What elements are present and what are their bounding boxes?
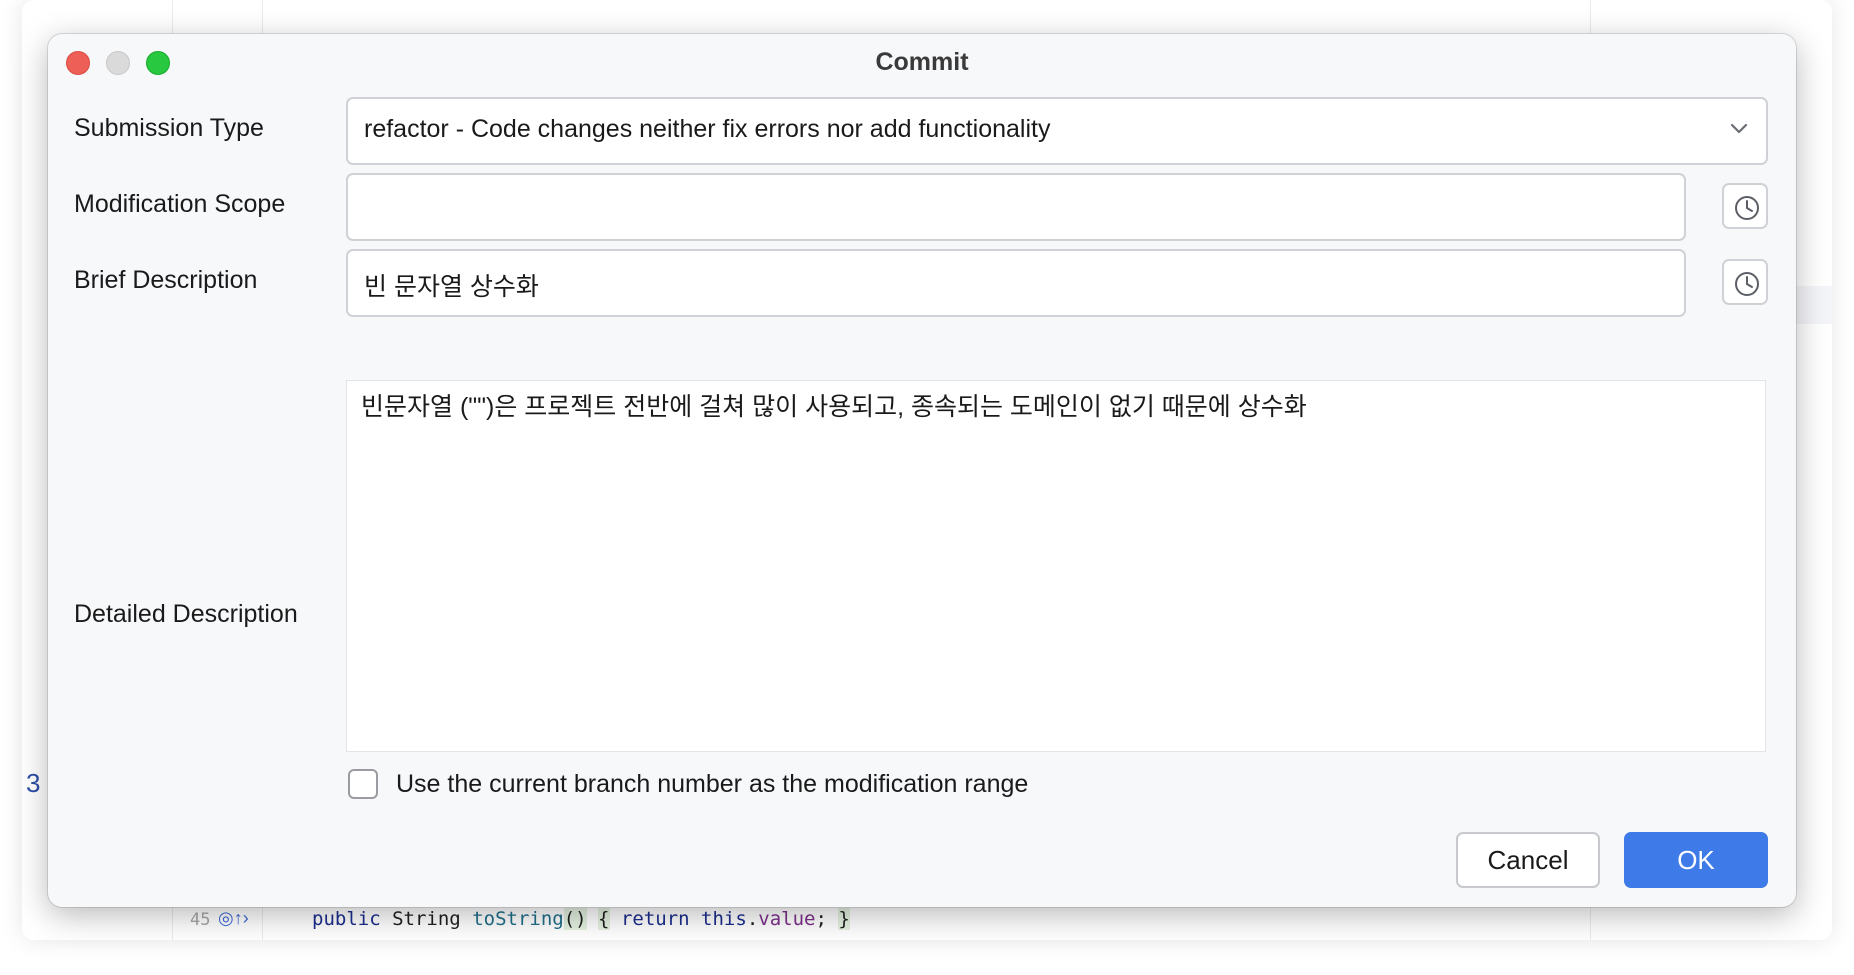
brief-description-label: Brief Description — [74, 266, 258, 294]
line-number: 45 — [190, 910, 211, 930]
modification-scope-input[interactable] — [346, 173, 1686, 241]
modification-scope-label: Modification Scope — [74, 190, 286, 218]
clock-icon — [1735, 196, 1759, 220]
code-brace: { — [598, 908, 610, 930]
code-keyword: public — [312, 908, 381, 930]
submission-type-value: refactor - Code changes neither fix erro… — [364, 115, 1051, 143]
ok-button[interactable]: OK — [1624, 832, 1768, 888]
commit-dialog: Commit Submission Type refactor - Code c… — [48, 34, 1796, 907]
code-method: toString — [472, 908, 564, 930]
side-marker: 3 — [26, 768, 41, 798]
code-line: public String toString() { return this.v… — [312, 908, 850, 930]
chevron-down-icon — [1730, 123, 1748, 134]
brief-description-input[interactable]: 빈 문자열 상수화 — [346, 249, 1686, 317]
code-keyword: return — [620, 908, 690, 930]
override-icon[interactable]: ◎↑› — [218, 908, 249, 929]
description-history-button[interactable] — [1722, 259, 1768, 305]
cancel-button[interactable]: Cancel — [1456, 832, 1600, 888]
detailed-description-value: 빈문자열 ("")은 프로젝트 전반에 걸쳐 많이 사용되고, 종속되는 도메인… — [361, 393, 1307, 421]
detailed-description-textarea[interactable]: 빈문자열 ("")은 프로젝트 전반에 걸쳐 많이 사용되고, 종속되는 도메인… — [346, 380, 1766, 752]
detailed-description-label: Detailed Description — [74, 600, 298, 628]
code-brace: } — [838, 908, 850, 930]
brief-description-value: 빈 문자열 상수화 — [364, 273, 539, 301]
code-type: String — [392, 908, 461, 930]
code-field: value — [758, 908, 816, 930]
clock-icon — [1735, 272, 1759, 296]
code-paren: () — [563, 908, 587, 930]
code-dot: . — [746, 908, 759, 930]
submission-type-label: Submission Type — [74, 114, 264, 142]
use-branch-checkbox[interactable] — [348, 769, 378, 799]
code-semicolon: ; — [815, 908, 827, 930]
code-keyword: this — [701, 908, 747, 930]
use-branch-checkbox-label[interactable]: Use the current branch number as the mod… — [396, 770, 1028, 799]
scope-history-button[interactable] — [1722, 183, 1768, 229]
submission-type-select[interactable]: refactor - Code changes neither fix erro… — [346, 97, 1768, 165]
dialog-titlebar[interactable]: Commit — [48, 34, 1796, 90]
dialog-title: Commit — [875, 48, 969, 76]
